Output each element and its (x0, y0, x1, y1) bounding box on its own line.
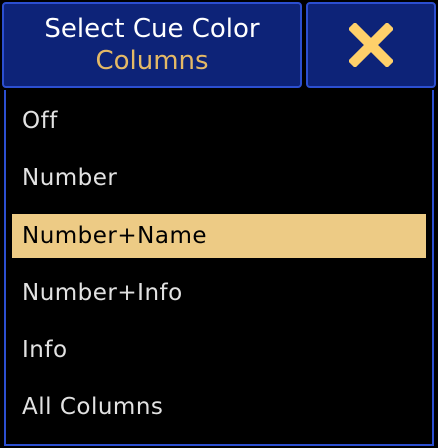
column-option-list: Off Number Number+Name Number+Info Info … (4, 90, 434, 446)
dialog-title-line-2: Columns (95, 46, 209, 76)
option-info[interactable]: Info (12, 328, 426, 372)
close-icon[interactable] (349, 23, 393, 67)
close-button[interactable] (306, 2, 436, 88)
option-off[interactable]: Off (12, 99, 426, 143)
option-label: Off (22, 108, 58, 134)
dialog-title: Select Cue Color Columns (2, 2, 302, 88)
option-all-columns[interactable]: All Columns (12, 385, 426, 429)
dialog-header: Select Cue Color Columns (2, 2, 436, 88)
option-label: All Columns (22, 394, 164, 420)
option-label: Number+Name (22, 223, 208, 249)
option-label: Info (22, 337, 68, 363)
dialog-title-line-1: Select Cue Color (44, 14, 260, 44)
option-label: Number+Info (22, 280, 183, 306)
option-number-name[interactable]: Number+Name (12, 214, 426, 258)
option-number-info[interactable]: Number+Info (12, 271, 426, 315)
option-label: Number (22, 165, 118, 191)
option-number[interactable]: Number (12, 156, 426, 200)
select-cue-color-columns-dialog: Select Cue Color Columns Off Number Numb… (0, 0, 438, 448)
